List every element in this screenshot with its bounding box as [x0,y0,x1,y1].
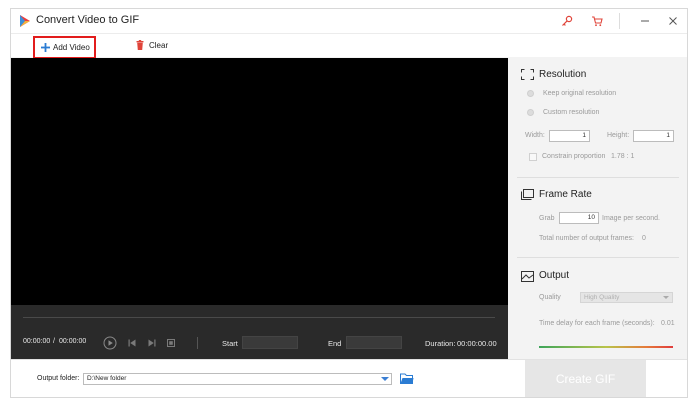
clear-label: Clear [149,40,169,50]
end-time-input[interactable] [346,336,402,349]
height-input[interactable]: 1 [633,130,674,142]
grab-input[interactable]: 10 [559,212,599,224]
output-title: Output [539,270,570,281]
total-frames-label: Total number of output frames: [539,235,634,242]
width-input[interactable]: 1 [549,130,590,142]
close-icon [669,17,677,25]
resolution-title: Resolution [539,69,587,80]
next-icon[interactable] [148,339,156,347]
current-time: 00:00:00 [23,338,51,345]
constrain-checkbox[interactable] [529,153,537,161]
duration-value: 00:00:00.00 [457,339,497,348]
cart-button[interactable] [589,13,605,29]
snapshot-icon[interactable] [167,339,175,347]
total-frames-value: 0 [642,235,646,242]
quality-select[interactable]: High Quality [580,292,673,303]
output-folder-input[interactable]: D:\New folder [83,373,392,385]
settings-panel: Resolution Keep original resolution Cust… [509,58,687,359]
key-icon [562,15,573,26]
output-folder-value: D:\New folder [87,375,127,382]
video-preview[interactable] [11,58,508,305]
chevron-down-icon [663,296,669,299]
quality-label: Quality [539,294,561,301]
toolbar: Add Video Clear [11,33,687,59]
app-window: Convert Video to GIF Add Video Clear 00:… [10,8,688,398]
frame-rate-icon [521,189,534,200]
end-label: End [328,339,342,348]
add-video-button[interactable]: Add Video [33,36,96,59]
constrain-ratio: 1.78 : 1 [611,153,635,160]
add-video-label: Add Video [53,43,90,52]
per-second-label: Image per second. [602,215,660,222]
duration-label: Duration: [425,339,456,348]
controls-divider [197,337,198,349]
folder-icon[interactable] [400,373,414,384]
custom-resolution-radio[interactable] [527,109,534,116]
play-icon[interactable] [103,336,117,350]
section-divider [517,177,679,178]
total-time: 00:00:00 [59,338,87,345]
clear-button[interactable]: Clear [136,40,168,50]
minimize-button[interactable] [637,13,653,29]
custom-resolution-label: Custom resolution [543,109,600,116]
cart-icon [592,16,603,27]
create-gif-button[interactable]: Create GIF [525,360,646,397]
key-button[interactable] [559,13,575,29]
height-label: Height: [607,132,630,139]
output-folder-label: Output folder: [37,375,80,382]
chevron-down-icon[interactable] [381,377,389,381]
constrain-label: Constrain proportion [542,153,606,160]
previous-icon[interactable] [128,339,136,347]
close-button[interactable] [665,13,681,29]
keep-original-radio[interactable] [527,90,534,97]
delay-slider-track[interactable] [539,346,673,348]
bottom-bar: Output folder: D:\New folder Create GIF [11,359,687,397]
timeline-track[interactable] [23,317,495,318]
time-separator: / [53,338,55,345]
start-label: Start [222,339,238,348]
frame-rate-title: Frame Rate [539,189,592,200]
delay-label: Time delay for each frame (seconds): [539,320,655,327]
window-title: Convert Video to GIF [36,14,140,26]
player-controls: 00:00:00 / 00:00:00 Start End Duration: … [11,305,508,359]
title-bar: Convert Video to GIF [11,9,687,33]
quality-value: High Quality [584,294,620,301]
delay-value: 0.01 [661,320,675,327]
custom-resolution-option[interactable]: Custom resolution [527,109,599,116]
titlebar-divider [619,13,620,29]
resolution-icon [521,69,534,80]
output-icon [521,271,534,282]
width-label: Width: [525,132,545,139]
minimize-icon [641,20,649,22]
start-time-input[interactable] [242,336,298,349]
keep-original-option[interactable]: Keep original resolution [527,90,616,97]
grab-label: Grab [539,215,555,222]
app-logo-icon [20,15,30,27]
keep-original-label: Keep original resolution [543,90,617,97]
plus-icon [41,43,50,52]
trash-icon [136,40,144,50]
section-divider [517,257,679,258]
